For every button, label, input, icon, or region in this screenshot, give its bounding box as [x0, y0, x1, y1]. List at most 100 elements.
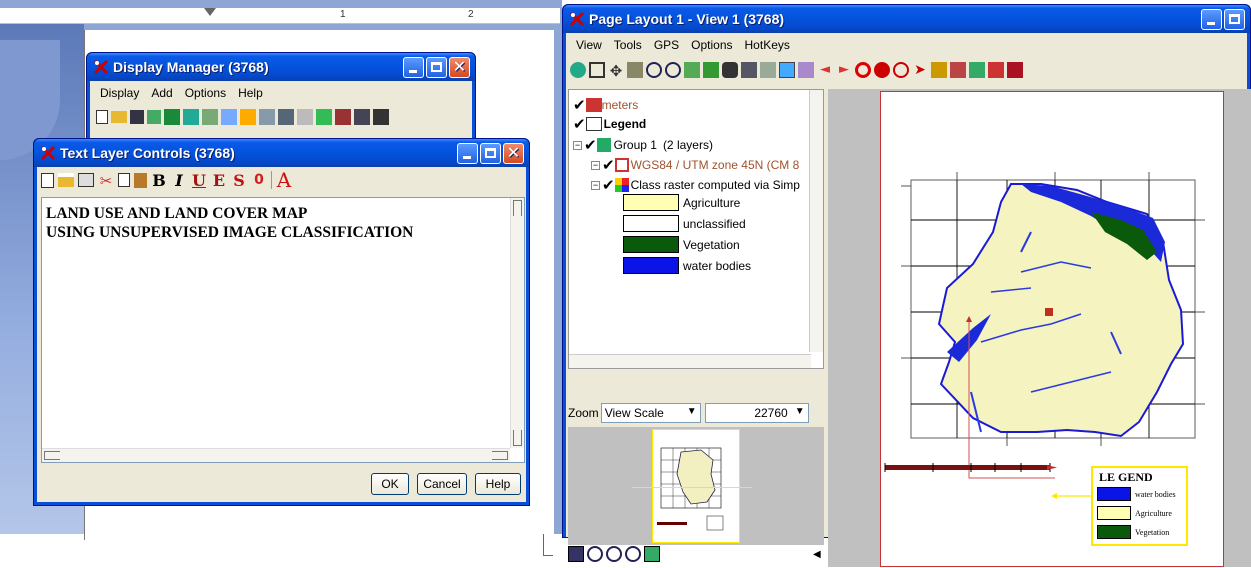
image-icon[interactable] [969, 62, 985, 78]
cancel-icon[interactable] [874, 62, 890, 78]
zoom-in-icon[interactable] [587, 546, 603, 562]
zoom-icon[interactable] [893, 62, 909, 78]
forward-icon[interactable]: ► [836, 62, 852, 78]
menu-add[interactable]: Add [145, 86, 178, 100]
table-icon[interactable] [335, 109, 351, 125]
text-content[interactable]: LAND USE AND LAND COVER MAP USING UNSUPER… [46, 204, 413, 242]
copy-icon[interactable] [118, 173, 130, 187]
open-icon[interactable] [111, 111, 127, 123]
checkbox-checked-icon[interactable]: ✔ [584, 136, 597, 154]
layout-canvas[interactable]: LE GEND water bodies Agriculture Vegetat… [828, 89, 1251, 567]
menu-options[interactable]: Options [685, 38, 738, 52]
save-icon[interactable] [78, 173, 94, 187]
legend-tool-icon[interactable] [988, 62, 1004, 78]
select-tool-icon[interactable] [798, 62, 814, 78]
menu-options[interactable]: Options [179, 86, 232, 100]
chevron-left-icon[interactable]: ◀ [813, 549, 821, 560]
tree-vertical-scrollbar[interactable] [809, 90, 823, 352]
scroll-right-arrow-icon[interactable] [492, 451, 508, 460]
collapse-icon[interactable]: − [573, 140, 582, 150]
menu-gps[interactable]: GPS [648, 38, 685, 52]
text-editor[interactable]: LAND USE AND LAND COVER MAP USING UNSUPER… [41, 197, 525, 463]
emphasis-button[interactable]: E [211, 171, 227, 190]
maximize-button[interactable] [480, 143, 501, 164]
ok-button[interactable]: OK [371, 473, 409, 495]
scroll-left-arrow-icon[interactable] [44, 451, 60, 460]
menu-tools[interactable]: Tools [608, 38, 648, 52]
back-icon[interactable]: ◄ [817, 62, 833, 78]
help-button[interactable]: Help [475, 473, 521, 495]
stop-icon[interactable] [855, 62, 871, 78]
pointer-icon[interactable]: ➤ [912, 62, 928, 78]
layout-tool-icon[interactable] [779, 62, 795, 78]
horizontal-scrollbar[interactable] [42, 448, 510, 462]
minimize-button[interactable] [457, 143, 478, 164]
zero-button[interactable]: 0 [251, 172, 267, 188]
font-button[interactable]: A [276, 168, 292, 192]
measure-icon[interactable] [950, 62, 966, 78]
collapse-icon[interactable]: − [591, 180, 600, 190]
map-legend[interactable]: LE GEND water bodies Agriculture Vegetat… [1091, 466, 1188, 546]
raster-icon[interactable] [164, 109, 180, 125]
image-icon[interactable] [644, 546, 660, 562]
cancel-button[interactable]: Cancel [417, 473, 467, 495]
grid-tool-icon[interactable] [703, 62, 719, 78]
add-layer-icon[interactable] [760, 62, 776, 78]
indent-marker-icon[interactable] [204, 8, 216, 16]
pan-icon[interactable]: ✥ [608, 62, 624, 80]
binoculars-icon[interactable] [722, 62, 738, 78]
zoom-in-icon[interactable] [646, 62, 662, 78]
minimize-button[interactable] [403, 57, 424, 78]
checkbox-checked-icon[interactable]: ✔ [602, 176, 615, 194]
bold-button[interactable]: B [151, 171, 167, 190]
vector-icon[interactable] [183, 109, 199, 125]
close-button[interactable]: ✕ [503, 143, 524, 164]
tree-item-class-raster[interactable]: − ✔ Class raster computed via Simp [591, 176, 800, 194]
list-icon[interactable] [373, 109, 389, 125]
zoom-mode-select[interactable]: View Scale ▼ [600, 403, 701, 423]
checkbox-checked-icon[interactable]: ✔ [573, 115, 586, 133]
flag-icon[interactable] [1007, 62, 1023, 78]
outline-button[interactable]: S [231, 171, 247, 190]
checkbox-checked-icon[interactable]: ✔ [602, 156, 615, 174]
zoom-out-icon[interactable] [665, 62, 681, 78]
database-icon[interactable] [354, 109, 370, 125]
full-view-icon[interactable] [589, 62, 605, 78]
magnify-icon[interactable] [625, 546, 641, 562]
minimize-button[interactable] [1201, 9, 1222, 30]
zoom-scale-field[interactable]: 22760 ▼ [704, 403, 809, 423]
italic-button[interactable]: I [171, 171, 187, 190]
new-icon[interactable] [96, 110, 108, 124]
paste-icon[interactable] [134, 172, 147, 188]
tree-horizontal-scrollbar[interactable] [569, 354, 811, 368]
tin-icon[interactable] [316, 109, 332, 125]
menu-display[interactable]: Display [94, 86, 145, 100]
underline-button[interactable]: U [191, 171, 207, 190]
grid-icon[interactable] [297, 109, 313, 125]
display-manager-titlebar[interactable]: Display Manager (3768) ✕ [87, 53, 475, 81]
overview-thumbnail[interactable] [568, 427, 824, 545]
ruler[interactable]: 1 2 [0, 8, 560, 24]
close-button[interactable]: ✕ [449, 57, 470, 78]
menu-hotkeys[interactable]: HotKeys [739, 38, 796, 52]
page-layout-titlebar[interactable]: Page Layout 1 - View 1 (3768) [563, 5, 1250, 33]
list-icon[interactable] [568, 546, 584, 562]
maximize-button[interactable] [426, 57, 447, 78]
pencil-icon[interactable] [931, 62, 947, 78]
collapse-icon[interactable]: − [591, 160, 600, 170]
tree-item-group[interactable]: − ✔ Group 1 (2 layers) [573, 136, 713, 154]
zoom-box-icon[interactable] [684, 62, 700, 78]
save-icon[interactable] [130, 110, 144, 124]
chevron-down-icon[interactable]: ▼ [795, 406, 805, 417]
tree-item-legend[interactable]: ✔ Legend [573, 115, 646, 133]
checkbox-checked-icon[interactable]: ✔ [573, 96, 586, 114]
scroll-up-arrow-icon[interactable] [513, 200, 522, 216]
group-select-icon[interactable] [627, 62, 643, 78]
cad-icon[interactable] [221, 109, 237, 125]
tree-item-wgs84[interactable]: − ✔ WGS84 / UTM zone 45N (CM 8 [591, 156, 799, 174]
chevron-down-icon[interactable]: ▼ [687, 406, 697, 417]
add-layer-icon[interactable] [202, 109, 218, 125]
maximize-button[interactable] [1224, 9, 1245, 30]
zoom-out-icon[interactable] [606, 546, 622, 562]
layer-icon[interactable] [259, 109, 275, 125]
